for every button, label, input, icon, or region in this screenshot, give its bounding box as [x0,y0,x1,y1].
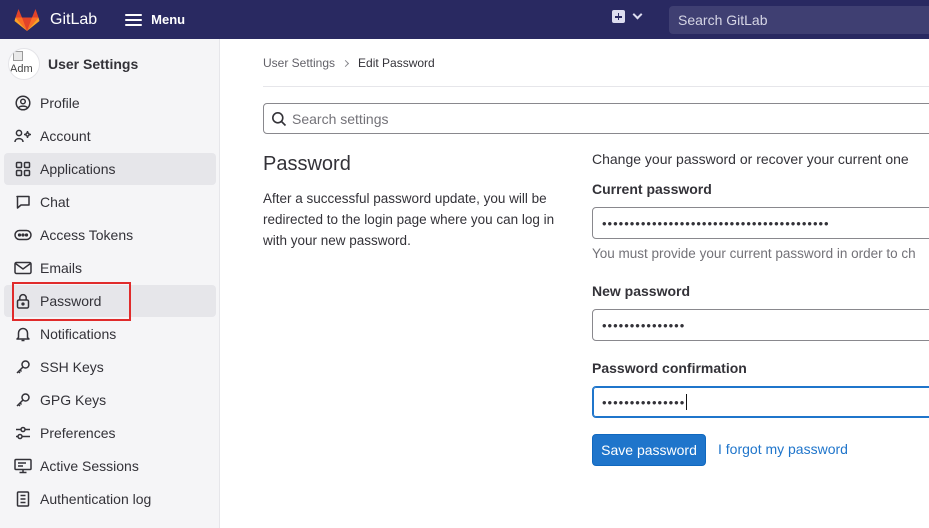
sidebar-item-label: Active Sessions [40,458,139,474]
key-icon [14,391,32,409]
sidebar-item-emails[interactable]: Emails [4,252,216,284]
mail-icon [14,259,32,277]
current-password-field[interactable]: ••••••••••••••••••••••••••••••••••••••••… [592,207,929,239]
sidebar-item-authentication-log[interactable]: Authentication log [4,483,216,515]
search-icon [272,111,287,126]
save-password-button[interactable]: Save password [592,434,706,466]
hamburger-icon [125,13,143,26]
gitlab-logo-icon [14,8,40,32]
password-confirmation-value: ••••••••••••••• [602,394,686,410]
log-icon [14,490,32,508]
sidebar-item-gpg-keys[interactable]: GPG Keys [4,384,216,416]
breadcrumb-current[interactable]: Edit Password [358,56,435,70]
highlight-box [12,282,131,321]
avatar: Adm [8,48,40,80]
sidebar-item-ssh-keys[interactable]: SSH Keys [4,351,216,383]
top-navbar: GitLab Menu Search GitLab [0,0,929,39]
broken-image-icon [13,51,23,61]
menu-label: Menu [151,12,186,27]
global-search-input[interactable]: Search GitLab [669,6,929,34]
account-icon [14,127,32,145]
sidebar-item-label: SSH Keys [40,359,104,375]
sidebar-item-account[interactable]: Account [4,120,216,152]
forgot-password-link[interactable]: I forgot my password [718,441,848,457]
breadcrumb: User Settings Edit Password [263,56,435,70]
sidebar-item-notifications[interactable]: Notifications [4,318,216,350]
bell-icon [14,325,32,343]
key-icon [14,358,32,376]
sidebar-header[interactable]: Adm User Settings [8,48,138,80]
sidebar-item-preferences[interactable]: Preferences [4,417,216,449]
sidebar-item-label: Notifications [40,326,117,342]
sidebar-item-label: Access Tokens [40,227,134,243]
sidebar-item-label: Authentication log [40,491,152,507]
chat-icon [14,193,32,211]
current-password-label: Current password [592,181,712,197]
profile-icon [14,94,32,112]
sidebar-item-label: Account [40,128,91,144]
settings-search-input[interactable]: Search settings [263,103,929,134]
monitor-icon [14,457,32,475]
applications-icon [14,160,32,178]
password-confirmation-field[interactable]: ••••••••••••••• [592,386,929,418]
sidebar-item-label: Preferences [40,425,116,441]
new-password-label: New password [592,283,691,299]
brand-name: GitLab [50,10,98,28]
section-description: After a successful password update, you … [263,191,555,248]
sidebar-item-chat[interactable]: Chat [4,186,216,218]
plus-square-icon [612,10,625,23]
section-title: Password [263,153,351,175]
sidebar-item-label: Applications [40,161,116,177]
avatar-alt-text: Adm [10,63,33,75]
create-new-dropdown[interactable] [612,9,643,23]
sidebar-item-applications[interactable]: Applications [4,153,216,185]
sidebar-item-label: Chat [40,194,70,210]
sidebar-item-label: GPG Keys [40,392,107,408]
current-password-help: You must provide your current password i… [592,246,916,261]
sidebar-item-label: Profile [40,95,80,111]
text-cursor [686,394,688,410]
chevron-down-icon [632,9,643,20]
token-icon [14,226,32,244]
sidebar-item-label: Emails [40,260,83,276]
breadcrumb-parent-link[interactable]: User Settings [263,56,335,70]
preferences-icon [14,424,32,442]
sidebar-item-access-tokens[interactable]: Access Tokens [4,219,216,251]
gitlab-home-link[interactable]: GitLab [14,8,97,32]
sidebar-item-profile[interactable]: Profile [4,87,216,119]
new-password-field[interactable]: ••••••••••••••• [592,309,929,341]
sidebar-item-active-sessions[interactable]: Active Sessions [4,450,216,482]
menu-button[interactable]: Menu [125,12,185,27]
divider [263,86,929,87]
chevron-right-icon [341,59,350,67]
sidebar-title: User Settings [48,56,139,72]
form-intro: Change your password or recover your cur… [592,151,909,167]
password-confirmation-label: Password confirmation [592,360,747,376]
settings-search-placeholder: Search settings [292,110,389,127]
